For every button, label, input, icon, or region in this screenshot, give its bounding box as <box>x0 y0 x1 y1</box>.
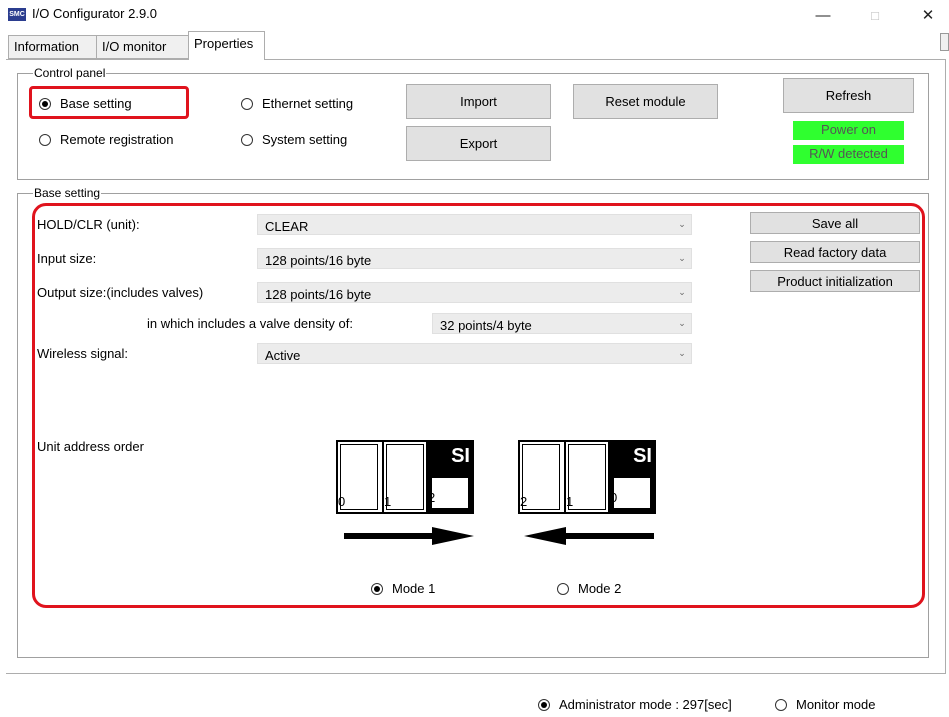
control-panel-legend: Control panel <box>33 66 107 80</box>
radio-unselected-icon <box>775 698 787 711</box>
tab-scroll-button[interactable] <box>940 33 949 51</box>
base-setting-legend: Base setting <box>33 186 102 200</box>
radio-unselected-icon <box>241 133 253 146</box>
product-initialization-button[interactable]: Product initialization <box>750 270 920 292</box>
input-size-label: Input size: <box>37 251 97 266</box>
unit-address-order-label: Unit address order <box>37 439 144 454</box>
mode1-unit-diagram: 0 1 SI 2 <box>336 440 474 514</box>
minimize-button[interactable]: — <box>808 4 838 28</box>
radio-unselected-icon <box>241 97 253 110</box>
hold-clr-dropdown[interactable]: CLEAR ⌄ <box>257 214 692 235</box>
output-size-label: Output size:(includes valves) <box>37 285 204 300</box>
mode1-unit-number: 1 <box>384 494 392 509</box>
window-title: I/O Configurator 2.9.0 <box>32 6 158 21</box>
arrow-left-icon <box>524 527 654 545</box>
base-setting-radio[interactable]: Base setting <box>39 96 132 111</box>
input-size-dropdown[interactable]: 128 points/16 byte ⌄ <box>257 248 692 269</box>
mode2-unit-number: 2 <box>520 494 528 509</box>
mode2-unit-number: 0 <box>610 490 618 505</box>
valve-density-label: in which includes a valve density of: <box>147 316 353 331</box>
app-logo-icon: SMC <box>8 8 26 21</box>
chevron-down-icon: ⌄ <box>678 318 686 328</box>
mode2-radio[interactable]: Mode 2 <box>557 581 621 596</box>
hold-clr-label: HOLD/CLR (unit): <box>37 217 140 232</box>
maximize-button[interactable]: □ <box>860 4 890 28</box>
radio-unselected-icon <box>557 582 569 595</box>
mode1-unit-number: 2 <box>428 490 436 505</box>
chevron-down-icon: ⌄ <box>678 348 686 358</box>
import-button[interactable]: Import <box>406 84 551 119</box>
radio-selected-icon <box>39 97 51 110</box>
arrow-right-icon <box>344 527 474 545</box>
system-setting-radio[interactable]: System setting <box>241 132 347 147</box>
save-all-button[interactable]: Save all <box>750 212 920 234</box>
monitor-mode-radio[interactable]: Monitor mode <box>775 697 875 712</box>
tab-properties[interactable]: Properties <box>188 31 265 60</box>
read-factory-data-button[interactable]: Read factory data <box>750 241 920 263</box>
tab-information[interactable]: Information <box>8 35 97 59</box>
mode2-si-label: SI <box>633 445 652 467</box>
export-button[interactable]: Export <box>406 126 551 161</box>
valve-density-dropdown[interactable]: 32 points/4 byte ⌄ <box>432 313 692 334</box>
rw-status-indicator: R/W detected <box>793 145 904 164</box>
radio-unselected-icon <box>39 133 51 146</box>
mode1-si-label: SI <box>451 445 470 467</box>
mode1-unit-number: 0 <box>338 494 346 509</box>
close-button[interactable]: ✕ <box>913 4 943 28</box>
chevron-down-icon: ⌄ <box>678 287 686 297</box>
refresh-button[interactable]: Refresh <box>783 78 914 113</box>
chevron-down-icon: ⌄ <box>678 219 686 229</box>
output-size-dropdown[interactable]: 128 points/16 byte ⌄ <box>257 282 692 303</box>
chevron-down-icon: ⌄ <box>678 253 686 263</box>
radio-selected-icon <box>371 582 383 595</box>
mode2-unit-number: 1 <box>566 494 574 509</box>
wireless-signal-dropdown[interactable]: Active ⌄ <box>257 343 692 364</box>
mode1-radio[interactable]: Mode 1 <box>371 581 435 596</box>
remote-registration-radio[interactable]: Remote registration <box>39 132 173 147</box>
radio-selected-icon <box>538 698 550 711</box>
reset-module-button[interactable]: Reset module <box>573 84 718 119</box>
wireless-signal-label: Wireless signal: <box>37 346 129 361</box>
ethernet-setting-radio[interactable]: Ethernet setting <box>241 96 353 111</box>
administrator-mode-radio[interactable]: Administrator mode : 297[sec] <box>538 697 732 712</box>
power-status-indicator: Power on <box>793 121 904 140</box>
title-bar: SMC I/O Configurator 2.9.0 — □ ✕ <box>0 0 949 32</box>
mode2-unit-diagram: 2 1 SI 0 <box>518 440 656 514</box>
tab-io-monitor[interactable]: I/O monitor <box>96 35 189 59</box>
